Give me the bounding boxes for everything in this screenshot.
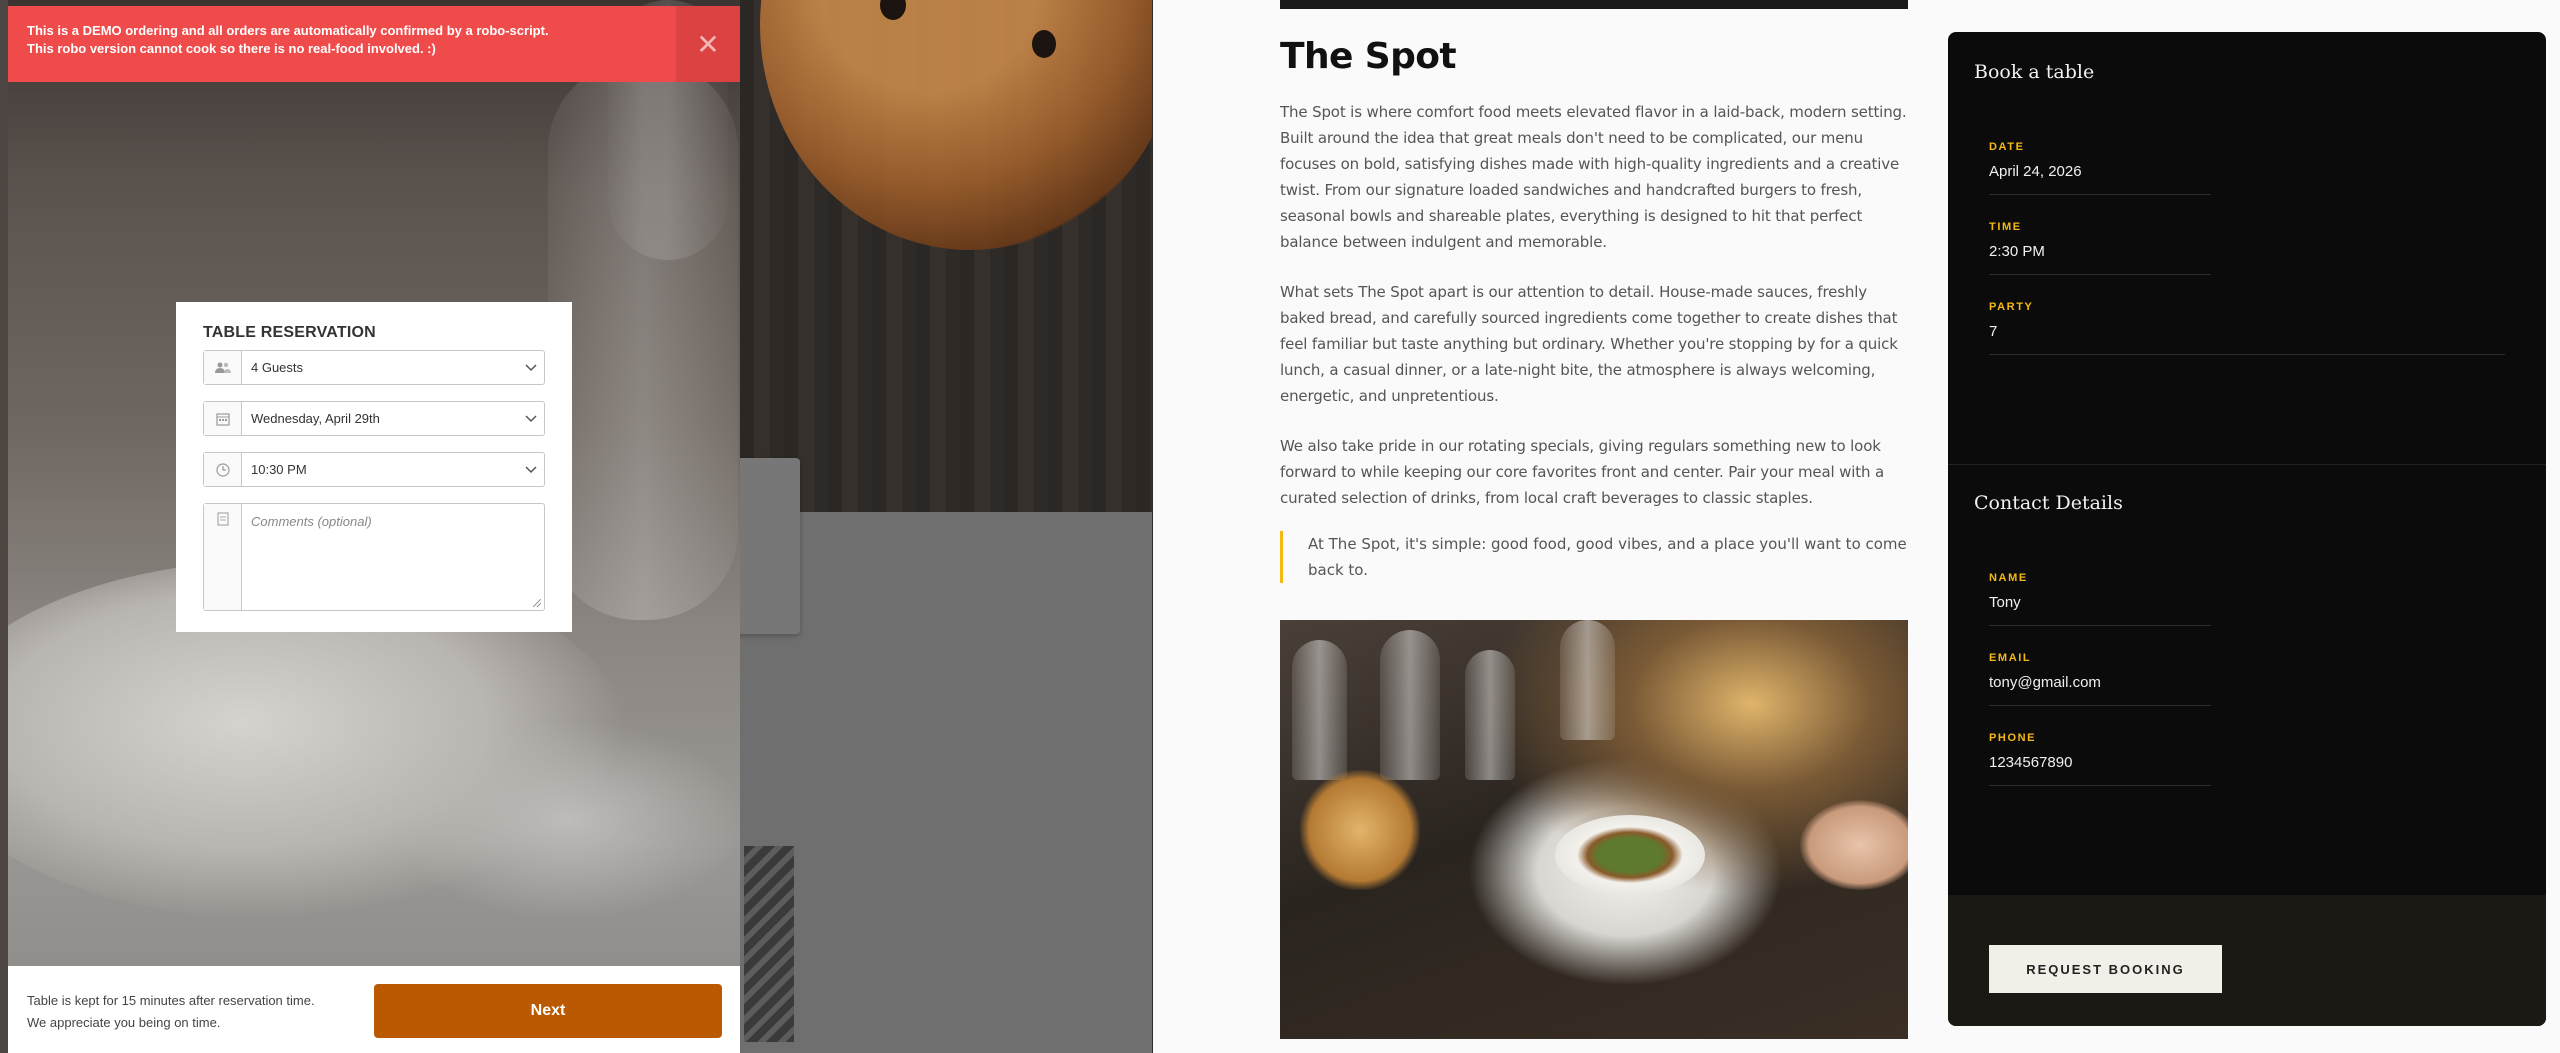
guests-icon: [204, 351, 242, 384]
date-select[interactable]: Wednesday, April 29th: [203, 401, 545, 436]
table-reservation-card: TABLE RESERVATION 4 Guests Wednesday, Ap…: [176, 302, 572, 632]
article: The Spot The Spot is where comfort food …: [1280, 36, 1910, 605]
comments-placeholder: Comments (optional): [251, 514, 372, 529]
article-title: The Spot: [1280, 36, 1457, 77]
chevron-down-icon: [518, 453, 544, 486]
pizza-olive: [1032, 30, 1056, 58]
demo-banner: This is a DEMO ordering and all orders a…: [8, 6, 740, 82]
article-paragraph: The Spot is where comfort food meets ele…: [1280, 103, 1907, 251]
wine-glass-photo: [548, 60, 738, 620]
plate-photo: [388, 720, 740, 920]
time-input[interactable]: 2:30 PM: [1989, 243, 2211, 274]
name-label: NAME: [1989, 572, 2028, 584]
close-banner-button[interactable]: ✕: [676, 6, 740, 82]
chevron-down-icon: [518, 351, 544, 384]
phone-field[interactable]: PHONE 1234567890: [1989, 732, 2211, 786]
guests-value: 4 Guests: [251, 360, 304, 375]
demo-banner-line2: This robo version cannot cook so there i…: [27, 41, 436, 56]
hero-image-bottom-edge: [1280, 0, 1908, 9]
page-divider: [1152, 0, 1153, 1053]
next-button[interactable]: Next: [374, 984, 722, 1038]
modal-footer: Table is kept for 15 minutes after reser…: [8, 966, 740, 1053]
footer-note-line2: We appreciate you being on time.: [27, 1015, 221, 1030]
time-field[interactable]: TIME 2:30 PM: [1989, 221, 2211, 275]
wine-glass-photo: [1380, 630, 1440, 780]
email-label: EMAIL: [1989, 652, 2032, 664]
contact-details-title: Contact Details: [1974, 492, 2123, 514]
booking-section: Book a table DATE April 24, 2026 TIME 2:…: [1948, 32, 2546, 355]
contact-section: Contact Details NAME Tony EMAIL tony@gma…: [1948, 464, 2546, 786]
bread-basket-photo: [1300, 770, 1420, 890]
email-field[interactable]: EMAIL tony@gmail.com: [1989, 652, 2211, 706]
date-field[interactable]: DATE April 24, 2026: [1989, 141, 2211, 195]
article-quote: At The Spot, it's simple: good food, goo…: [1280, 531, 1910, 583]
close-icon: ✕: [696, 28, 720, 60]
date-input[interactable]: April 24, 2026: [1989, 163, 2211, 194]
resize-handle[interactable]: [533, 599, 541, 607]
reservation-modal: This is a DEMO ordering and all orders a…: [8, 0, 740, 1053]
phone-input[interactable]: 1234567890: [1989, 754, 2211, 785]
clock-icon: [204, 453, 242, 486]
diner-hand-photo: [1800, 800, 1908, 890]
request-booking-button[interactable]: REQUEST BOOKING: [1989, 945, 2222, 993]
demo-banner-text: This is a DEMO ordering and all orders a…: [27, 22, 549, 58]
time-select[interactable]: 10:30 PM: [203, 452, 545, 487]
name-field[interactable]: NAME Tony: [1989, 572, 2211, 626]
party-label: PARTY: [1989, 301, 2034, 313]
demo-banner-line1: This is a DEMO ordering and all orders a…: [27, 23, 549, 38]
wine-glass-photo: [1292, 640, 1347, 780]
wine-glass-photo: [1465, 650, 1515, 780]
background-lower-panel: [740, 512, 1152, 1053]
name-input[interactable]: Tony: [1989, 594, 2211, 625]
article-paragraph: What sets The Spot apart is our attentio…: [1280, 283, 1898, 405]
time-value: 10:30 PM: [251, 462, 307, 477]
background-thumbnail: [744, 846, 794, 1042]
party-field[interactable]: PARTY 7: [1989, 301, 2505, 355]
date-value: Wednesday, April 29th: [251, 411, 380, 426]
dining-photo: [1280, 620, 1908, 1039]
booking-footer: REQUEST BOOKING: [1948, 895, 2546, 1026]
date-label: DATE: [1989, 141, 2025, 153]
comment-icon: [204, 504, 242, 610]
guests-select[interactable]: 4 Guests: [203, 350, 545, 385]
party-input[interactable]: 7: [1989, 323, 2505, 354]
footer-note-line1: Table is kept for 15 minutes after reser…: [27, 993, 315, 1008]
wine-glass-photo: [1560, 620, 1615, 740]
calendar-icon: [204, 402, 242, 435]
book-table-panel: Book a table DATE April 24, 2026 TIME 2:…: [1948, 32, 2546, 1026]
comments-textarea[interactable]: Comments (optional): [203, 503, 545, 611]
time-label: TIME: [1989, 221, 2022, 233]
plated-dish-photo: [1555, 815, 1705, 895]
email-input[interactable]: tony@gmail.com: [1989, 674, 2211, 705]
chevron-down-icon: [518, 402, 544, 435]
reservation-title: TABLE RESERVATION: [203, 324, 376, 341]
footer-note: Table is kept for 15 minutes after reser…: [27, 990, 315, 1034]
article-paragraph: We also take pride in our rotating speci…: [1280, 437, 1885, 507]
phone-label: PHONE: [1989, 732, 2037, 744]
book-table-title: Book a table: [1974, 61, 2095, 83]
